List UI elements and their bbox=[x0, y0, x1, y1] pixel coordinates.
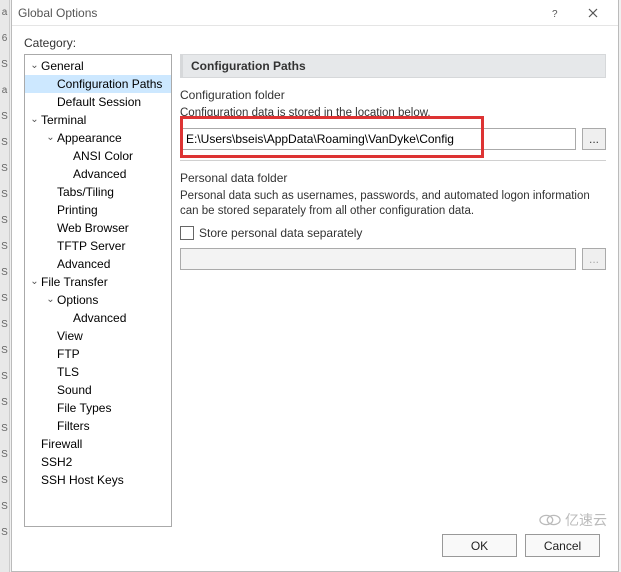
tree-item-label: Web Browser bbox=[57, 220, 129, 236]
tree-item-label: SSH2 bbox=[41, 454, 72, 470]
tree-item-label: Terminal bbox=[41, 112, 86, 128]
tree-item-label: FTP bbox=[57, 346, 80, 362]
tree-item-label: File Transfer bbox=[41, 274, 108, 290]
tree-item[interactable]: Printing bbox=[25, 201, 171, 219]
tree-item-label: Tabs/Tiling bbox=[57, 184, 114, 200]
config-folder-browse-button[interactable]: ... bbox=[582, 128, 606, 150]
tree-item-label: Filters bbox=[57, 418, 90, 434]
category-tree[interactable]: ⌄GeneralConfiguration PathsDefault Sessi… bbox=[24, 54, 172, 527]
tree-item-label: File Types bbox=[57, 400, 111, 416]
personal-folder-desc: Personal data such as usernames, passwor… bbox=[180, 189, 606, 220]
tree-item-label: Firewall bbox=[41, 436, 82, 452]
tree-item[interactable]: View bbox=[25, 327, 171, 345]
cancel-button[interactable]: Cancel bbox=[525, 534, 600, 557]
tree-item[interactable]: ⌄General bbox=[25, 57, 171, 75]
global-options-dialog: Global Options ? Category: ⌄GeneralConfi… bbox=[11, 0, 619, 572]
divider bbox=[180, 160, 606, 161]
tree-item[interactable]: File Types bbox=[25, 399, 171, 417]
tree-item[interactable]: Filters bbox=[25, 417, 171, 435]
panel-title: Configuration Paths bbox=[180, 54, 606, 78]
window-title: Global Options bbox=[18, 6, 536, 20]
tree-item-label: SSH Host Keys bbox=[41, 472, 124, 488]
tree-item[interactable]: Web Browser bbox=[25, 219, 171, 237]
tree-item-label: Sound bbox=[57, 382, 92, 398]
personal-folder-title: Personal data folder bbox=[180, 171, 606, 185]
tree-item[interactable]: FTP bbox=[25, 345, 171, 363]
settings-panel: Configuration Paths Configuration folder… bbox=[180, 54, 606, 527]
tree-item[interactable]: Tabs/Tiling bbox=[25, 183, 171, 201]
svg-text:?: ? bbox=[552, 9, 558, 18]
help-button[interactable]: ? bbox=[536, 2, 574, 24]
tree-item-label: Advanced bbox=[57, 256, 110, 272]
collapse-icon[interactable]: ⌄ bbox=[29, 274, 40, 290]
tree-item-label: ANSI Color bbox=[73, 148, 133, 164]
config-folder-input[interactable] bbox=[180, 128, 576, 150]
collapse-icon[interactable]: ⌄ bbox=[45, 292, 56, 308]
personal-folder-input bbox=[180, 248, 576, 270]
tree-item[interactable]: SSH Host Keys bbox=[25, 471, 171, 489]
tree-item[interactable]: ⌄File Transfer bbox=[25, 273, 171, 291]
tree-item-label: Default Session bbox=[57, 94, 141, 110]
tree-item-label: General bbox=[41, 58, 84, 74]
tree-item[interactable]: Configuration Paths bbox=[25, 75, 171, 93]
tree-item[interactable]: Advanced bbox=[25, 309, 171, 327]
tree-item-label: TLS bbox=[57, 364, 79, 380]
tree-item-label: Configuration Paths bbox=[57, 76, 162, 92]
tree-item[interactable]: Sound bbox=[25, 381, 171, 399]
tree-item[interactable]: ⌄Terminal bbox=[25, 111, 171, 129]
tree-item-label: Printing bbox=[57, 202, 98, 218]
ok-button[interactable]: OK bbox=[442, 534, 517, 557]
titlebar: Global Options ? bbox=[12, 0, 618, 26]
tree-item[interactable]: TFTP Server bbox=[25, 237, 171, 255]
tree-item[interactable]: Advanced bbox=[25, 255, 171, 273]
tree-item-label: TFTP Server bbox=[57, 238, 125, 254]
store-personal-label: Store personal data separately bbox=[199, 226, 362, 240]
tree-item[interactable]: Advanced bbox=[25, 165, 171, 183]
tree-item-label: Appearance bbox=[57, 130, 122, 146]
tree-item[interactable]: Default Session bbox=[25, 93, 171, 111]
dialog-footer: OK Cancel bbox=[24, 527, 606, 563]
collapse-icon[interactable]: ⌄ bbox=[29, 58, 40, 74]
collapse-icon[interactable]: ⌄ bbox=[29, 112, 40, 128]
config-folder-desc: Configuration data is stored in the loca… bbox=[180, 106, 606, 122]
tree-item-label: Options bbox=[57, 292, 98, 308]
store-personal-checkbox[interactable] bbox=[180, 226, 194, 240]
tree-item[interactable]: ⌄Appearance bbox=[25, 129, 171, 147]
tree-item[interactable]: SSH2 bbox=[25, 453, 171, 471]
close-button[interactable] bbox=[574, 2, 612, 24]
background-sidebar: a6SaSSSSSSSSSSSSSSSSS bbox=[0, 0, 10, 572]
tree-item[interactable]: TLS bbox=[25, 363, 171, 381]
tree-item-label: Advanced bbox=[73, 310, 126, 326]
tree-item-label: Advanced bbox=[73, 166, 126, 182]
tree-item[interactable]: ANSI Color bbox=[25, 147, 171, 165]
collapse-icon[interactable]: ⌄ bbox=[45, 130, 56, 146]
tree-item[interactable]: Firewall bbox=[25, 435, 171, 453]
config-folder-title: Configuration folder bbox=[180, 88, 606, 102]
tree-item-label: View bbox=[57, 328, 83, 344]
tree-item[interactable]: ⌄Options bbox=[25, 291, 171, 309]
category-label: Category: bbox=[24, 36, 606, 50]
personal-folder-browse-button: ... bbox=[582, 248, 606, 270]
